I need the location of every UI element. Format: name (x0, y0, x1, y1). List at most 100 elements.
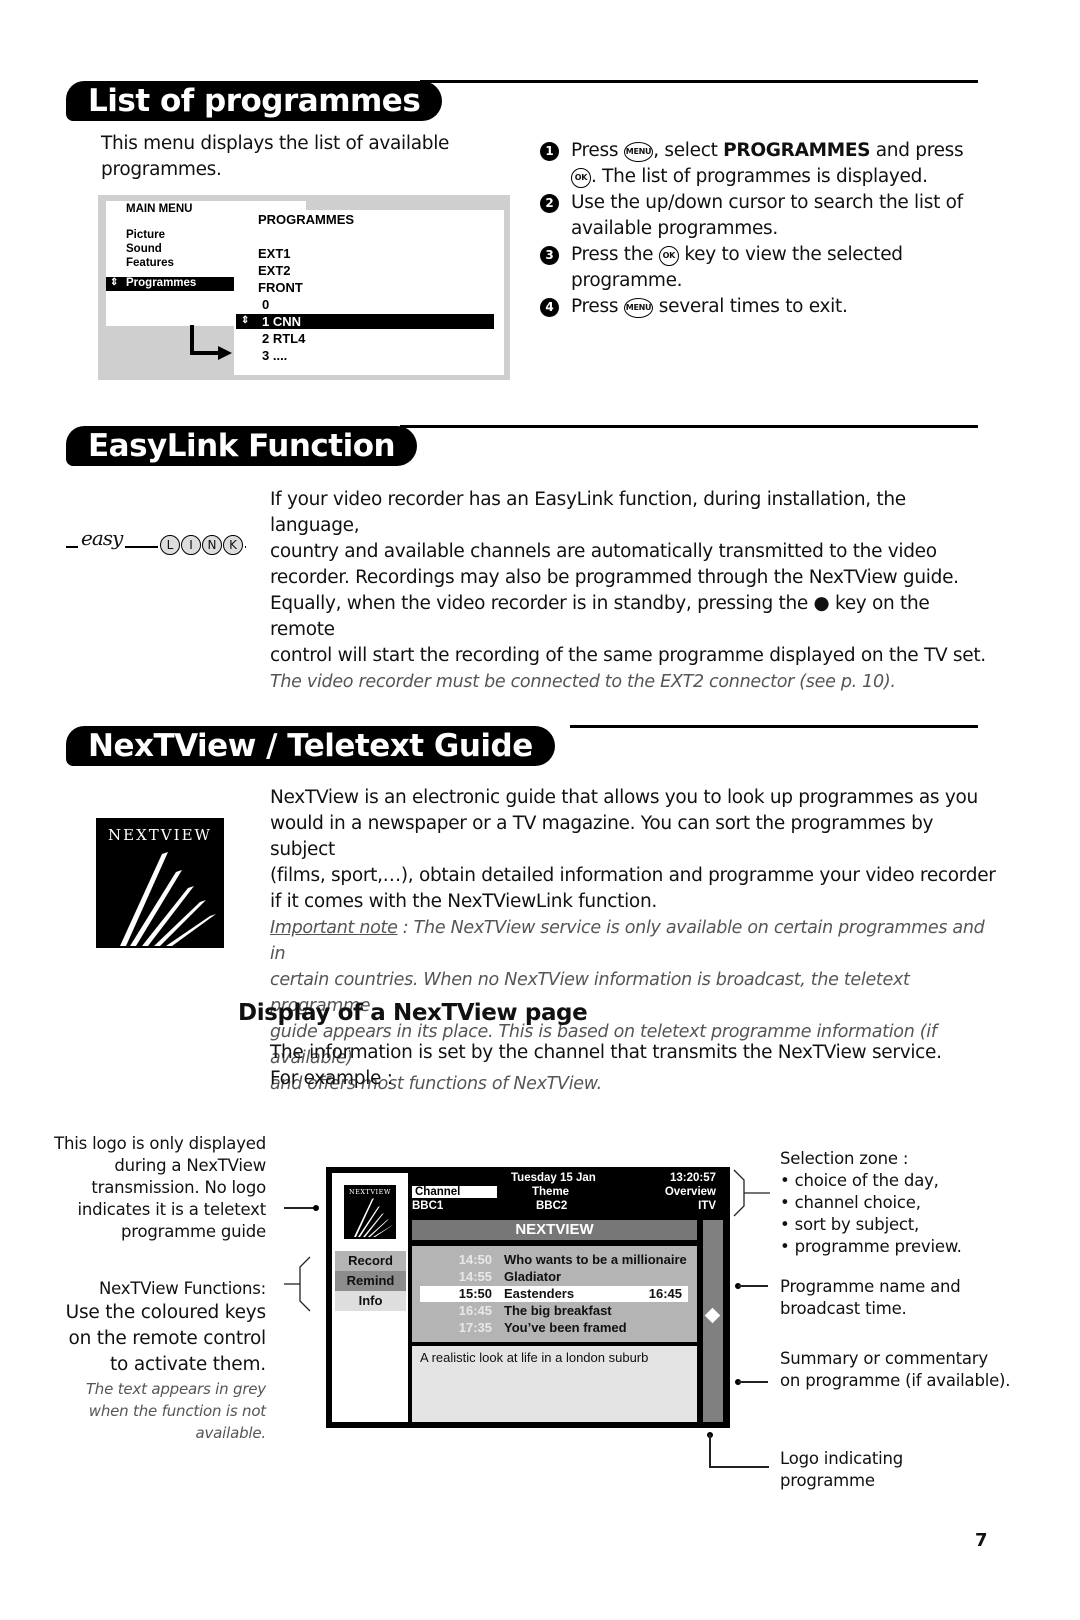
programme-name: Who wants to be a millionaire (504, 1252, 687, 1267)
programme-item-selected[interactable]: ⇕ 1 CNN (236, 314, 494, 329)
section-rule (400, 425, 978, 428)
tv-banner: NEXTVIEW (412, 1220, 697, 1240)
ok-key-icon: OK (658, 246, 679, 266)
annotation-line: Use the coloured keys (65, 1302, 267, 1323)
annotation-line: • channel choice, (780, 1193, 921, 1212)
main-menu-item-selected[interactable]: ⇕ Programmes (106, 277, 234, 291)
programme-row[interactable]: 16:45 The big breakfast (420, 1303, 688, 1319)
step-1-line-2: OK. The list of programmes is displayed. (571, 164, 928, 190)
annotation-line: broadcast time. (780, 1299, 907, 1318)
annotation-line: Selection zone : (780, 1149, 909, 1168)
function-remind[interactable]: Remind (335, 1271, 406, 1291)
paragraph-line: The information is set by the channel th… (270, 1042, 942, 1063)
step-2-line-2: available programmes. (571, 218, 778, 239)
section-title-nextview: NexTView / Teletext Guide (66, 726, 555, 766)
updown-icon: ⇕ (241, 315, 250, 326)
programme-name: The big breakfast (504, 1303, 612, 1318)
paragraph-line: if it comes with the NexTViewLink functi… (270, 891, 657, 912)
main-menu-item[interactable]: Sound (126, 243, 162, 255)
function-info[interactable]: Info (335, 1291, 406, 1311)
nextview-fan-icon (120, 852, 216, 946)
nextview-tv-screen: NEXTVIEW Record Remind Info Tuesday 15 J… (326, 1167, 730, 1428)
programme-item[interactable]: EXT1 (258, 246, 291, 261)
channel-bbc2[interactable]: BBC2 (536, 1200, 567, 1212)
annotation-line: • sort by subject, (780, 1215, 920, 1234)
leader-line (284, 1207, 316, 1209)
scrollbar[interactable] (703, 1220, 723, 1422)
programme-row[interactable]: 14:50 Who wants to be a millionaire (420, 1252, 688, 1268)
channel-itv[interactable]: ITV (698, 1200, 716, 1212)
step-number-3: 3 (540, 246, 559, 265)
annotation-line: programme (780, 1471, 875, 1490)
note-line: Important note : The NexTView service is… (270, 915, 1000, 967)
leader-line (709, 1466, 769, 1468)
annotation-line: • choice of the day, (780, 1171, 939, 1190)
easylink-paragraph: If your video recorder has an EasyLink f… (270, 487, 990, 695)
function-record[interactable]: Record (335, 1251, 406, 1271)
step-text: Press (571, 140, 624, 161)
easylink-logo: easy L I N K (66, 526, 246, 560)
annotation-logo-note: This logo is only displayed during a Nex… (36, 1133, 266, 1243)
main-menu-item[interactable]: Features (126, 257, 174, 269)
annotation-line: on programme (if available). (780, 1371, 1011, 1390)
annotation-line: during a NexTView (114, 1156, 266, 1175)
programme-time: 14:50 (458, 1252, 492, 1267)
paragraph-line: control will start the recording of the … (270, 645, 986, 666)
tab-theme[interactable]: Theme (532, 1186, 569, 1198)
link-letter-icon: K (223, 535, 243, 555)
intro-line-1: This menu displays the list of available (101, 133, 450, 154)
programme-item[interactable]: FRONT (258, 280, 303, 295)
programme-item[interactable]: 3 .... (262, 348, 287, 363)
step-1-line-1: Press MENU, select PROGRAMMES and press (571, 138, 964, 164)
tv-left-panel: NEXTVIEW Record Remind Info (332, 1173, 408, 1422)
programme-row-selected[interactable]: 15:50 Eastenders 16:45 (420, 1286, 688, 1302)
link-letter-icon: N (202, 535, 222, 555)
tab-channel[interactable]: Channel (412, 1186, 497, 1198)
programmes-menu-title: PROGRAMMES (258, 212, 355, 227)
paragraph-line: NexTView is an electronic guide that all… (270, 787, 978, 808)
section-title-list-of-programmes: List of programmes (66, 81, 443, 121)
paragraph-line: Equally, when the video recorder is in s… (270, 593, 930, 640)
programme-item[interactable]: 2 RTL4 (262, 331, 305, 346)
menu-key-icon: MENU (623, 298, 654, 318)
arrow-line-horizontal (190, 351, 220, 355)
menu-screenshot: MAIN MENU Picture Sound Features ⇕ Progr… (98, 195, 510, 380)
programme-name: You’ve been framed (504, 1320, 627, 1335)
page-number: 7 (975, 1530, 988, 1551)
annotation-selection-zone: Selection zone : • choice of the day, • … (780, 1148, 962, 1258)
programme-summary: A realistic look at life in a london sub… (412, 1346, 697, 1422)
step-3-line-1: Press the OK key to view the selected (571, 242, 903, 268)
programme-end-time: 16:45 (648, 1286, 682, 1301)
programme-list: 14:50 Who wants to be a millionaire 14:5… (412, 1246, 697, 1342)
annotation-line: Programme name and (780, 1277, 961, 1296)
programme-time: 14:55 (458, 1269, 492, 1284)
programme-row[interactable]: 17:35 You’ve been framed (420, 1320, 688, 1336)
programme-item[interactable]: 0 (262, 297, 269, 312)
leader-dot (313, 1205, 319, 1211)
programme-item[interactable]: EXT2 (258, 263, 291, 278)
channel-bbc1[interactable]: BBC1 (412, 1200, 443, 1212)
main-menu-item[interactable]: Picture (126, 229, 165, 241)
leader-line (738, 1381, 768, 1383)
main-menu-title: MAIN MENU (126, 203, 193, 215)
step-text: Press (571, 296, 624, 317)
tab-overview[interactable]: Overview (665, 1186, 716, 1198)
bracket-left-icon (284, 1256, 311, 1312)
programme-name: Gladiator (504, 1269, 562, 1284)
programme-row[interactable]: 14:55 Gladiator (420, 1269, 688, 1285)
step-text: Press the (571, 244, 659, 265)
annotation-line: programme guide (120, 1222, 266, 1241)
section-rule (570, 725, 978, 728)
tv-date: Tuesday 15 Jan (511, 1172, 596, 1184)
step-2-line-1: Use the up/down cursor to search the lis… (571, 192, 963, 213)
menu-key-icon: MENU (623, 142, 654, 162)
easy-script-text: easy (78, 526, 126, 550)
annotation-line: Summary or commentary (780, 1349, 988, 1368)
programme-item-label: 1 CNN (262, 314, 302, 329)
section-title-easylink: EasyLink Function (66, 426, 418, 466)
annotation-line: • programme preview. (780, 1237, 962, 1256)
step-3-line-2: programme. (571, 270, 683, 291)
leader-line (709, 1434, 711, 1467)
main-menu-item-label: Programmes (126, 277, 197, 289)
annotation-line: when the function is not (88, 1402, 266, 1420)
